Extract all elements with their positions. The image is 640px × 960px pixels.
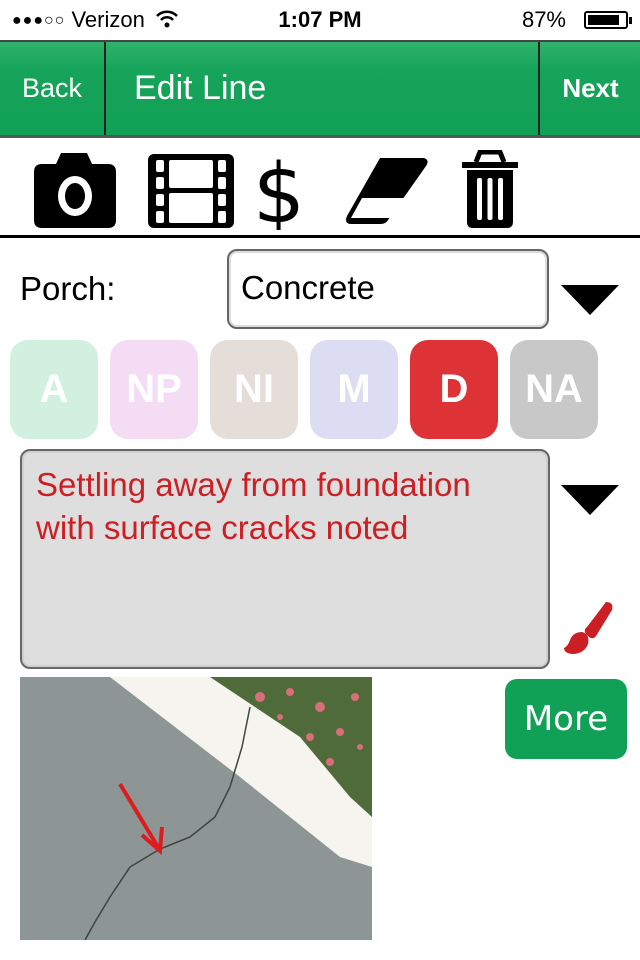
caret-down-icon [561, 285, 619, 315]
photo-image [20, 677, 372, 940]
dollar-icon: $ [253, 147, 305, 242]
nav-divider [104, 42, 106, 135]
eraser-icon [346, 158, 428, 224]
comment-dropdown-button[interactable] [561, 483, 619, 517]
camera-icon [34, 153, 116, 228]
svg-text:$: $ [253, 150, 305, 230]
rating-ni-button[interactable]: NI [210, 340, 298, 439]
inspection-photo[interactable] [20, 677, 372, 940]
trash-icon [462, 149, 518, 228]
rating-na-button[interactable]: NA [510, 340, 598, 439]
status-bar: ●●●○○ Verizon 1:07 PM 87% [0, 0, 640, 40]
film-icon [148, 154, 234, 228]
rating-np-button[interactable]: NP [110, 340, 198, 439]
paintbrush-icon [564, 602, 613, 654]
eraser-button[interactable] [340, 150, 430, 230]
material-select[interactable]: Concrete [227, 249, 549, 329]
cost-button[interactable]: $ [244, 147, 314, 242]
material-value: Concrete [241, 269, 375, 306]
navigation-bar: Back Edit Line Next [0, 40, 640, 138]
back-button[interactable]: Back [0, 42, 104, 135]
rating-m-button[interactable]: M [310, 340, 398, 439]
camera-button[interactable] [28, 150, 118, 230]
field-label: Porch: [20, 270, 116, 307]
video-button[interactable] [146, 150, 236, 230]
color-brush-button[interactable] [562, 600, 616, 656]
battery-percent: 87% [521, 7, 566, 32]
toolbar: $ [0, 138, 640, 242]
rating-d-button[interactable]: D [410, 340, 498, 439]
rating-a-button[interactable]: A [10, 340, 98, 439]
next-button[interactable]: Next [541, 42, 640, 135]
comment-text: Settling away from foundation with surfa… [36, 466, 471, 546]
battery-icon [584, 11, 632, 29]
nav-divider [538, 42, 540, 135]
comment-textarea[interactable]: Settling away from foundation with surfa… [20, 449, 550, 669]
caret-down-icon [561, 485, 619, 515]
more-button[interactable]: More [505, 679, 627, 759]
material-dropdown-button[interactable] [561, 283, 619, 317]
page-title: Edit Line [134, 69, 267, 107]
delete-button[interactable] [450, 149, 530, 230]
